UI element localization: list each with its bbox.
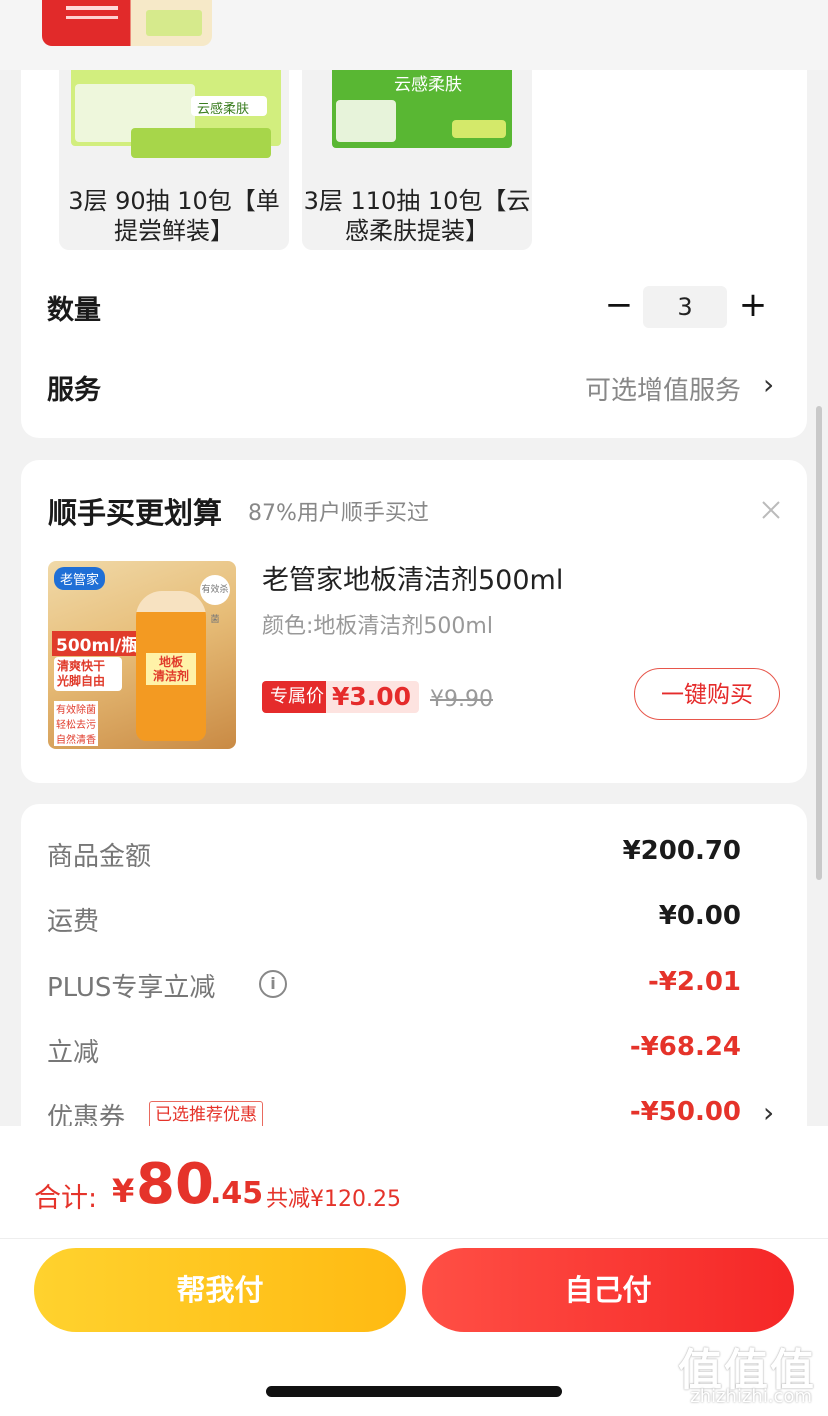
- one-click-buy-button[interactable]: 一键购买: [634, 668, 780, 720]
- shipping-label: 运费: [47, 907, 100, 937]
- total-integer: 80: [136, 1152, 214, 1217]
- help-me-pay-button[interactable]: 帮我付: [34, 1248, 406, 1332]
- scrollbar[interactable]: [816, 406, 822, 880]
- pay-myself-button[interactable]: 自己付: [422, 1248, 794, 1332]
- shipping-value: ¥0.00: [658, 901, 741, 931]
- variant-1-image: 云感柔肤: [59, 70, 289, 170]
- coupon-chevron-icon[interactable]: ›: [763, 1096, 774, 1129]
- quantity-increment-button[interactable]: +: [733, 286, 773, 326]
- total-saved: 共减¥120.25: [266, 1187, 401, 1212]
- addon-product-name[interactable]: 老管家地板清洁剂500ml: [262, 558, 563, 597]
- instant-discount-label: 立减: [47, 1038, 100, 1068]
- total-label: 合计:: [34, 1183, 98, 1214]
- total-decimal: .45: [210, 1176, 264, 1211]
- instant-discount-value: -¥68.24: [629, 1032, 741, 1062]
- addon-title: 顺手买更划算: [48, 496, 223, 530]
- watermark-site: zhizhizhi.com: [690, 1386, 812, 1407]
- quantity-label: 数量: [47, 295, 101, 326]
- divider: [0, 1238, 828, 1239]
- goods-amount-label: 商品金额: [47, 842, 152, 872]
- addon-card: 顺手买更划算 87%用户顺手买过 老管家 500ml/瓶 清爽快干 光脚自由 有…: [21, 460, 807, 783]
- exclusive-price-tag: 专属价: [262, 681, 332, 713]
- close-icon[interactable]: [757, 496, 785, 524]
- variant-2-image: 云感柔肤: [302, 70, 532, 170]
- variant-option-2[interactable]: 云感柔肤 3层 110抽 10包【云感柔肤提装】: [302, 70, 532, 250]
- goods-amount-value: ¥200.70: [622, 836, 741, 866]
- variant-1-label: 3层 90抽 10包【单提尝鲜装】: [68, 187, 280, 245]
- product-thumbnail: [42, 0, 212, 46]
- addon-product-spec: 颜色:地板清洁剂500ml: [262, 614, 493, 639]
- addon-original-price: ¥9.90: [430, 687, 493, 712]
- info-icon[interactable]: i: [259, 970, 287, 998]
- addon-price: ¥3.00: [326, 681, 420, 713]
- variant-option-1[interactable]: 云感柔肤 3层 90抽 10包【单提尝鲜装】: [59, 70, 289, 250]
- top-strip: [0, 0, 828, 70]
- price-breakdown-card: 商品金额 ¥200.70 运费 ¥0.00 PLUS专享立减 i -¥2.01 …: [21, 804, 807, 1144]
- service-label: 服务: [47, 375, 101, 406]
- service-value[interactable]: 可选增值服务: [585, 370, 741, 407]
- coupon-recommended-tag: 已选推荐优惠: [149, 1101, 263, 1129]
- service-chevron-icon[interactable]: ›: [763, 368, 774, 401]
- plus-discount-label: PLUS专享立减: [47, 973, 216, 1003]
- total-currency: ¥: [112, 1172, 135, 1210]
- addon-subtitle: 87%用户顺手买过: [248, 501, 429, 526]
- quantity-input[interactable]: 3: [643, 286, 727, 328]
- variant-2-label: 3层 110抽 10包【云感柔肤提装】: [303, 187, 531, 245]
- spec-card: 云感柔肤 3层 90抽 10包【单提尝鲜装】 云感柔肤 3层 110抽 10包【…: [21, 60, 807, 438]
- plus-discount-value: -¥2.01: [647, 967, 741, 997]
- coupon-value[interactable]: -¥50.00: [630, 1097, 741, 1127]
- addon-product-image[interactable]: 老管家 500ml/瓶 清爽快干 光脚自由 有效除菌 轻松去污 自然清香 地板 …: [48, 561, 236, 749]
- home-indicator[interactable]: [266, 1386, 562, 1397]
- quantity-decrement-button[interactable]: −: [599, 286, 639, 326]
